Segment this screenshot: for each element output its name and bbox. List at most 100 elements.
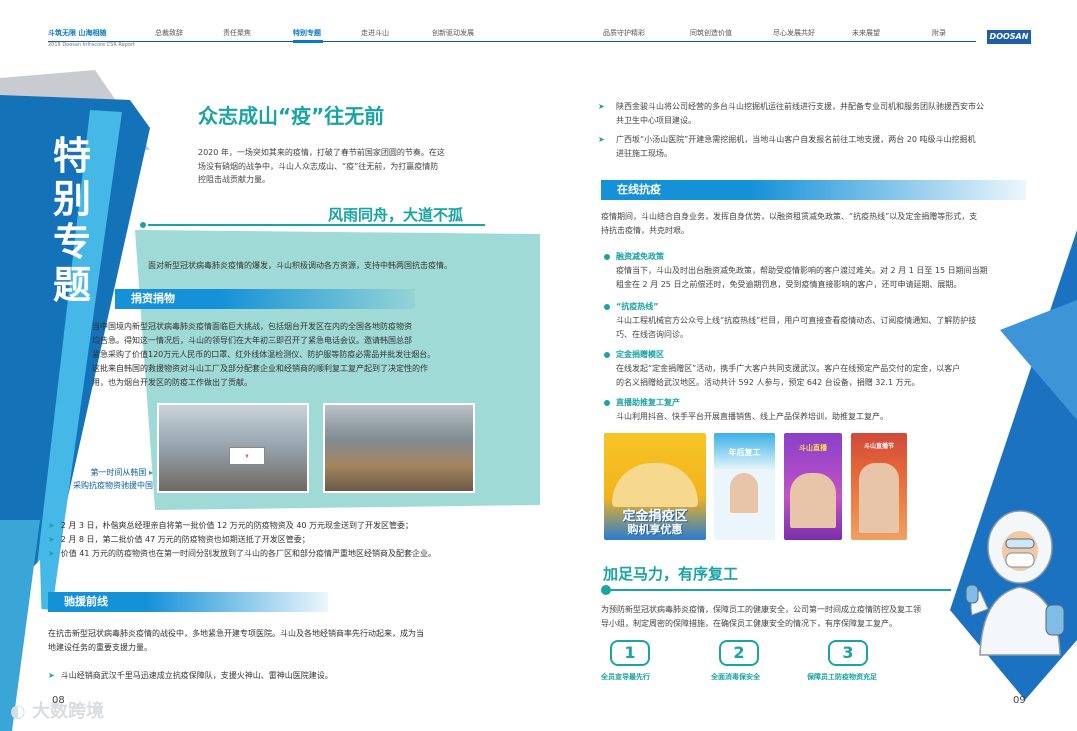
poster-title: 斗山直播 <box>799 444 827 452</box>
intro-paragraph: 2020 年，一场突如其来的疫情，打破了春节前国家团圆的节奏。在这 场没有硝烟的… <box>198 146 488 187</box>
nav-item-outlook[interactable]: 未来展望 <box>852 28 880 38</box>
nav-item-special[interactable]: 特别专题 <box>293 28 321 38</box>
item-line: 巧、在线咨询问诊。 <box>616 329 688 339</box>
bullet-text: 进驻施工现场。 <box>616 148 672 158</box>
bullet-text: 2 月 8 日，第二批价值 47 万元的防疫物资也如期送抵了开发区管委； <box>60 535 310 544</box>
nav-item-value[interactable]: 同筑创造价值 <box>690 28 732 38</box>
rescue-heading: 驰援前线 <box>48 592 328 612</box>
step-one-label: 全员宣导最先行 <box>601 673 650 681</box>
item-line: 租金在 2 月 25 日之前偿还时，免受逾期罚息，受到疫情直接影响的客户，还可申… <box>616 279 962 289</box>
page-title: 众志成山“疫”往无前 <box>198 104 385 128</box>
nav-item-about[interactable]: 走进斗山 <box>361 28 389 38</box>
presenter-figure <box>730 473 758 513</box>
nav-divider <box>48 41 976 42</box>
donation-line: 用，也为烟台开发区的防疫工作做出了贡献。 <box>92 378 252 387</box>
caret-right-icon: ▸ <box>148 468 153 477</box>
resume-work-poster: 年后复工 <box>714 433 775 540</box>
bullet-text: 2 月 3 日，朴偕爽总经理亲自将第一批价值 12 万元的防疫物资及 40 万元… <box>60 521 414 530</box>
item-line: 的名义捐赠给武汉地区。活动共计 592 人参与，预定 642 台设备，捐赠 32… <box>616 377 920 387</box>
nav-item-chairman[interactable]: 总裁致辞 <box>155 28 183 38</box>
item-text-deposit: 在线发起“定金捐赠区”活动，携手广大客户共同支援武汉。客户在线预定产品交付的定金… <box>616 362 1046 389</box>
resume-divider <box>611 589 951 591</box>
page-number-left: 08 <box>52 695 65 706</box>
livestream-festival-poster: 斗山直播节 <box>851 433 907 540</box>
bullet-text: 共卫生中心项目建设。 <box>616 115 696 125</box>
donation-line: 这批来自韩国的救援物资对斗山工厂及部分配套企业和经销商的顺利复工复产起到了决定性… <box>92 364 428 373</box>
donation-paragraph: 当中国境内新型冠状病毒肺炎疫情面临巨大挑战，包括烟台开发区在内的全国各地防疫物资… <box>92 320 532 390</box>
online-line: 疫情期间，斗山结合自身业务，发挥自身优势，以融资租赁减免政策、“抗疫热线”以及定… <box>601 212 978 221</box>
page-number-right: 09 <box>1013 695 1026 706</box>
item-heading-finance: 融资减免政策 <box>604 251 664 262</box>
nav-item-focus[interactable]: 责任聚焦 <box>223 28 251 38</box>
item-line: 疫情当下，斗山及时出台融资减免政策，帮助受疫情影响的客户渡过难关。对 2 月 1… <box>616 266 988 275</box>
bullet-dot-icon <box>604 303 610 310</box>
intro-line: 2020 年，一场突如其来的疫情，打破了春节前国家团圆的节奏。在这 <box>198 148 445 157</box>
resume-line: 导小组，制定周密的保障措施，在确保员工健康安全的情况下，有序保障复工复产。 <box>601 618 897 628</box>
nav-item-development[interactable]: 尽心发展共好 <box>773 28 815 38</box>
poster-subtitle: 购机享优惠 <box>627 523 683 536</box>
bullet-dot-icon <box>604 253 610 260</box>
item-text-finance: 疫情当下，斗山及时出台融资减免政策，帮助受疫情影响的客户渡过难关。对 2 月 1… <box>616 264 1046 291</box>
nav-active-indicator <box>293 40 323 43</box>
hosts-figure <box>790 473 836 528</box>
donation-bullet: ➤ 2 月 8 日，第二批价值 47 万元的防疫物资也如期送抵了开发区管委； <box>48 534 310 545</box>
donation-line: 紧急采购了价值120万元人民币的口罩、红外线体温检测仪、防护服等防疫必需品并批发… <box>92 350 436 359</box>
medical-worker-illustration <box>965 510 1065 656</box>
staff-figures <box>612 463 698 507</box>
donation-line: 当中国境内新型冠状病毒肺炎疫情面临巨大挑战，包括烟台开发区在内的全国各地防疫物资 <box>92 322 412 331</box>
item-line: 斗山工程机械官方公众号上线“抗疫热线”栏目，用户可直接查看疫情动态、订阅疫情通知… <box>616 316 977 325</box>
divider-dot-icon <box>601 585 611 595</box>
nav-item-innovation[interactable]: 创新驱动发展 <box>432 28 474 38</box>
resume-paragraph: 为预防新型冠状病毒肺炎疫情，保障员工的健康安全，公司第一时间成立疫情防控及复工领… <box>601 603 1001 630</box>
livestream-poster: 斗山直播 <box>784 433 842 540</box>
supplies-delivery-photo <box>323 403 475 493</box>
item-line: 在线发起“定金捐赠区”活动，携手广大客户共同支援武汉。客户在线预定产品交付的定金… <box>616 364 961 373</box>
support-statement: 面对新型冠状病毒肺炎疫情的爆发，斗山积极调动各方资源，支持中韩两国抗击疫情。 <box>148 261 452 270</box>
online-paragraph: 疫情期间，斗山结合自身业务，发挥自身优势，以融资租赁减免政策、“抗疫热线”以及定… <box>601 210 1041 237</box>
section-spine-title: 特别专题 <box>52 134 91 307</box>
item-heading-deposit: 定金捐赠模区 <box>604 349 664 360</box>
brand-slogan: 斗筑无限 山海相随 <box>48 29 107 37</box>
item-heading-hotline: “抗疫热线” <box>604 301 659 312</box>
frontline-bullet: ➤ 陕西金骏斗山将公司经营的多台斗山挖掘机运往前线进行支援，并配备专业司机和服务团… <box>598 100 1038 127</box>
intro-line: 场没有硝烟的战争中，斗山人众志成山、“疫”往无前，为打赢疫情防 <box>198 161 439 171</box>
frontline-bullet: ➤ 广西坂“小汤山医院”开建急需挖掘机，当地斗山客户自发报名前往工地支援，两台 2… <box>598 133 1038 160</box>
donation-ceremony-photo: ¥ <box>157 403 309 493</box>
item-heading-livestream: 直播助推复工复产 <box>604 397 680 408</box>
online-line: 持抗击疫情，共克时艰。 <box>601 225 689 235</box>
poster-title: 斗山直播节 <box>863 443 894 450</box>
rescue-line: 在抗击新型冠状病毒肺炎疫情的战役中，多地紧急开建专项医院。斗山及各地经销商率先行… <box>48 629 424 638</box>
step-two-label: 全面消毒保安全 <box>711 673 760 681</box>
arrow-icon: ➤ <box>48 535 55 544</box>
intro-line: 控阻击战贡献力量。 <box>198 175 270 184</box>
arrow-icon: ➤ <box>598 102 605 111</box>
watermark-text: 大数跨境 <box>31 701 104 722</box>
resume-line: 为预防新型冠状病毒肺炎疫情，保障员工的健康安全，公司第一时间成立疫情防控及复工领 <box>601 605 921 614</box>
nav-item-appendix[interactable]: 附录 <box>932 28 946 38</box>
caption-line: 采购抗疫物资驰援中国 <box>73 481 153 490</box>
poster-title: 年后复工 <box>728 448 761 457</box>
item-heading-text: 融资减免政策 <box>616 252 664 261</box>
arrow-icon: ➤ <box>598 135 605 144</box>
bullet-text: 广西坂“小汤山医院”开建急需挖掘机，当地斗山客户自发报名前往工地支援，两台 20… <box>616 135 976 144</box>
arrow-icon: ➤ <box>48 521 55 530</box>
donation-bullet: ➤ 2 月 3 日，朴偕爽总经理亲自将第一批价值 12 万元的防疫物资及 40 万… <box>48 520 413 531</box>
donation-heading: 捐资捐物 <box>115 289 415 309</box>
step-two-mask-icon: 2 <box>719 640 759 666</box>
photo-caption: 第一时间从韩国 ▸ 采购抗疫物资驰援中国 <box>48 466 153 492</box>
caption-line: 第一时间从韩国 <box>90 468 147 477</box>
nav-item-quality[interactable]: 品质守护精彩 <box>603 28 645 38</box>
item-text-livestream: 斗山利用抖音、快手平台开展直播销售、线上产品保养培训，助推复工复产。 <box>616 410 1046 424</box>
item-heading-text: 定金捐赠模区 <box>616 350 664 359</box>
donation-line: 均告急。得知这一情况后，斗山的领导们在大年初三即召开了紧急电话会议。邀请韩国总部 <box>92 336 412 345</box>
donation-bullet: ➤ 价值 41 万元的防疫物资也在第一时间分别发放到了斗山的各厂区和部分疫情严重地… <box>48 548 436 559</box>
doosan-logo: DOOSAN <box>987 30 1031 44</box>
arrow-icon: ➤ <box>48 671 55 680</box>
item-heading-text: “抗疫热线” <box>616 302 659 311</box>
online-heading: 在线抗疫 <box>601 180 1026 200</box>
section-subtitle: 风雨同舟，大道不孤 <box>328 206 464 224</box>
bullet-text: 陕西金骏斗山将公司经营的多台斗山挖掘机运往前线进行支援，并配备专业司机和服务团队… <box>616 102 984 111</box>
watermark-logo-icon: ◐ <box>10 701 32 722</box>
rescue-line: 地建设任务的重要支援力量。 <box>48 643 152 652</box>
deposit-campaign-poster: 定金捐疫区 购机享优惠 <box>604 433 706 540</box>
